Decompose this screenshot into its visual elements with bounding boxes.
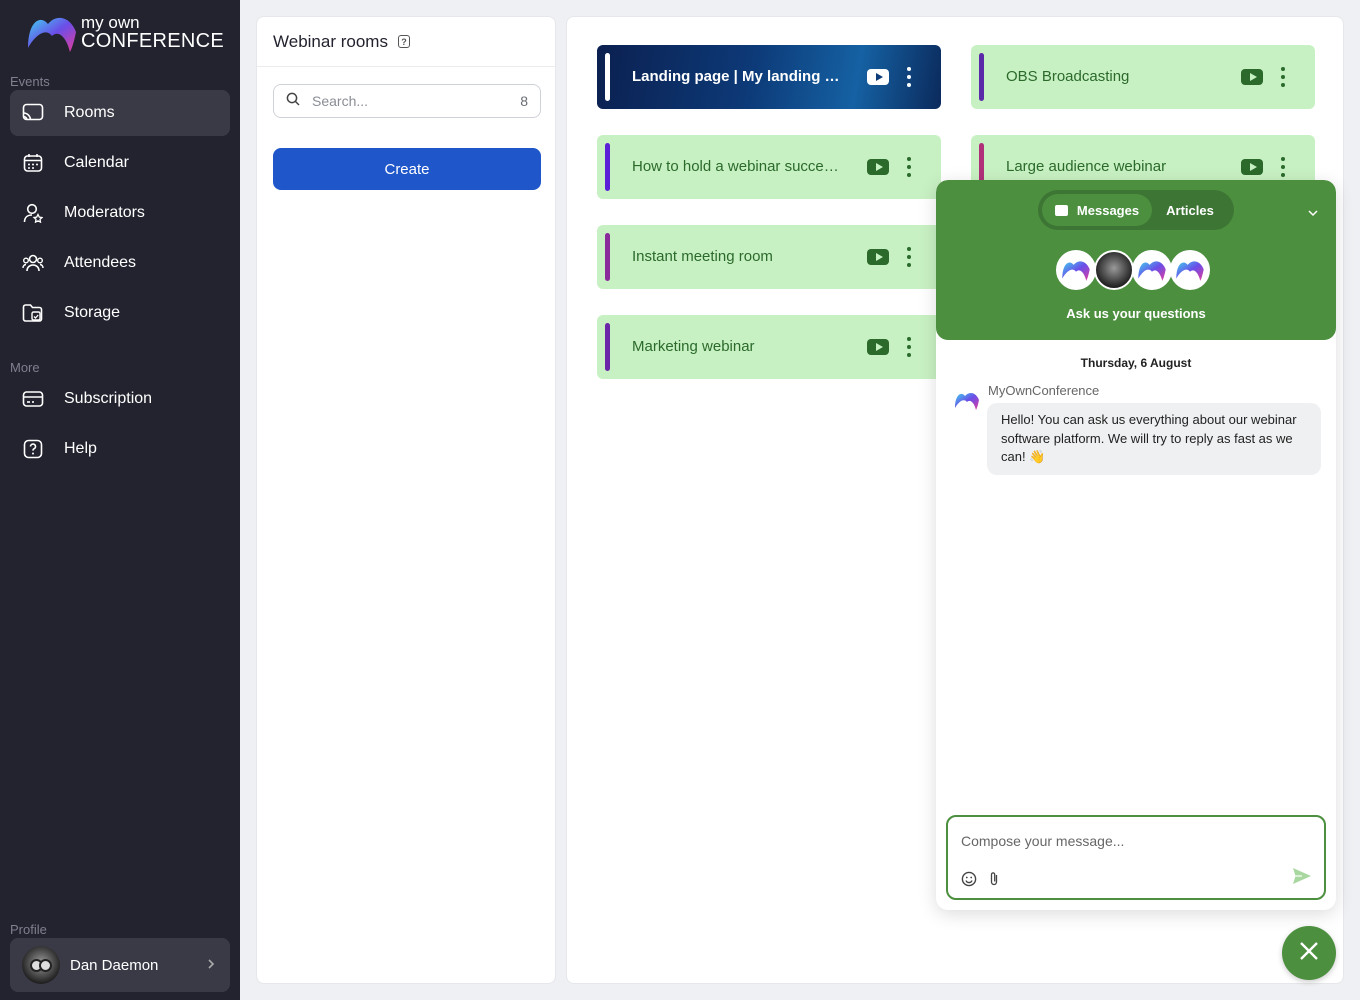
cast-icon xyxy=(22,102,44,124)
sender-logo-icon xyxy=(954,390,980,416)
sidebar-item-label: Attendees xyxy=(64,254,137,271)
help-icon xyxy=(22,438,44,460)
tab-articles[interactable]: Articles xyxy=(1152,194,1228,226)
attachment-icon[interactable] xyxy=(988,871,1000,892)
search-input[interactable]: Search... 8 xyxy=(273,84,541,118)
chat-widget: Messages Articles Ask us your questions … xyxy=(936,180,1336,910)
room-count: 8 xyxy=(520,93,528,109)
room-color-bar xyxy=(605,143,610,191)
room-color-bar xyxy=(605,233,610,281)
youtube-icon[interactable] xyxy=(1241,69,1263,85)
send-icon[interactable] xyxy=(1292,867,1312,890)
more-vertical-icon[interactable] xyxy=(1277,67,1289,87)
room-title: Instant meeting room xyxy=(632,248,773,265)
room-color-bar xyxy=(979,53,984,101)
youtube-icon[interactable] xyxy=(867,159,889,175)
more-section-label: More xyxy=(10,360,40,375)
more-vertical-icon[interactable] xyxy=(903,157,915,177)
profile-name: Dan Daemon xyxy=(70,956,159,974)
room-card-obs-broadcasting[interactable]: OBS Broadcasting xyxy=(971,45,1315,109)
sidebar-item-subscription[interactable]: Subscription xyxy=(10,376,230,422)
sidebar-item-label: Storage xyxy=(64,304,121,321)
room-title: Landing page | My landing page xyxy=(632,68,846,85)
create-button[interactable]: Create xyxy=(273,148,541,190)
room-title: Marketing webinar xyxy=(632,338,755,355)
youtube-icon[interactable] xyxy=(867,69,889,85)
sidebar: my own CONFERENCE Events Rooms Calendar … xyxy=(0,0,240,1000)
close-icon xyxy=(1299,941,1319,966)
sidebar-item-attendees[interactable]: Attendees xyxy=(10,240,230,286)
chat-date: Thursday, 6 August xyxy=(1080,356,1192,370)
support-avatar-logo xyxy=(1056,250,1096,290)
room-color-bar xyxy=(605,53,610,101)
message-bubble-icon xyxy=(1054,204,1068,216)
search-icon xyxy=(286,92,302,111)
youtube-icon[interactable] xyxy=(867,339,889,355)
compose-placeholder: Compose your message... xyxy=(961,833,1125,849)
tab-label: Messages xyxy=(1076,202,1140,218)
chevron-down-icon[interactable] xyxy=(1308,204,1318,217)
sidebar-item-storage[interactable]: Storage xyxy=(10,290,230,336)
sidebar-item-label: Moderators xyxy=(64,204,145,221)
avatar xyxy=(22,946,60,984)
youtube-icon[interactable] xyxy=(1241,159,1263,175)
sidebar-item-label: Rooms xyxy=(64,104,115,121)
brand-logo[interactable]: my own CONFERENCE xyxy=(26,10,226,56)
events-section-label: Events xyxy=(10,74,50,89)
close-chat-button[interactable] xyxy=(1282,926,1336,980)
moderator-icon xyxy=(22,202,44,224)
chat-header: Messages Articles Ask us your questions xyxy=(936,180,1336,340)
more-vertical-icon[interactable] xyxy=(903,67,915,87)
support-avatars xyxy=(1056,250,1210,290)
support-avatar-logo xyxy=(1132,250,1172,290)
compose-field[interactable]: Compose your message... xyxy=(946,815,1326,900)
tab-label: Articles xyxy=(1166,202,1214,218)
chevron-right-icon xyxy=(206,957,230,973)
rooms-header: Webinar rooms ? xyxy=(257,17,555,67)
more-vertical-icon[interactable] xyxy=(1277,157,1289,177)
emoji-icon[interactable] xyxy=(961,871,977,892)
brand-line-1: my own xyxy=(81,13,140,32)
sidebar-item-label: Calendar xyxy=(64,154,129,171)
profile-section-label: Profile xyxy=(10,922,47,937)
more-vertical-icon[interactable] xyxy=(903,247,915,267)
room-card-instant-meeting[interactable]: Instant meeting room xyxy=(597,225,941,289)
profile-button[interactable]: Dan Daemon xyxy=(10,938,230,992)
support-avatar-logo xyxy=(1170,250,1210,290)
room-card-marketing-webinar[interactable]: Marketing webinar xyxy=(597,315,941,379)
search-placeholder: Search... xyxy=(312,93,369,109)
chat-tabs: Messages Articles xyxy=(1038,190,1234,230)
message-sender: MyOwnConference xyxy=(988,383,1100,398)
brand-line-2: CONFERENCE xyxy=(81,30,225,52)
logo-icon xyxy=(28,17,76,52)
attendees-icon xyxy=(22,252,44,274)
sidebar-item-label: Subscription xyxy=(64,390,153,407)
more-vertical-icon[interactable] xyxy=(903,337,915,357)
ask-questions-text: Ask us your questions xyxy=(1066,306,1206,321)
room-title: How to hold a webinar successfully xyxy=(632,158,846,175)
sidebar-item-calendar[interactable]: Calendar xyxy=(10,140,230,186)
room-color-bar xyxy=(605,323,610,371)
room-card-landing-page[interactable]: Landing page | My landing page xyxy=(597,45,941,109)
card-icon xyxy=(22,388,44,410)
sidebar-item-rooms[interactable]: Rooms xyxy=(10,90,230,136)
storage-icon xyxy=(22,302,44,324)
question-icon[interactable]: ? xyxy=(397,35,410,48)
page-title: Webinar rooms xyxy=(273,31,388,51)
sidebar-item-help[interactable]: Help xyxy=(10,426,230,472)
sidebar-item-label: Help xyxy=(64,440,97,457)
sidebar-item-moderators[interactable]: Moderators xyxy=(10,190,230,236)
rooms-panel: Webinar rooms ? Search... 8 Create xyxy=(256,16,556,984)
youtube-icon[interactable] xyxy=(867,249,889,265)
support-avatar-photo xyxy=(1094,250,1134,290)
room-title: OBS Broadcasting xyxy=(1006,68,1130,85)
tab-messages[interactable]: Messages xyxy=(1042,194,1152,226)
calendar-icon xyxy=(22,152,44,174)
room-card-how-to-hold[interactable]: How to hold a webinar successfully xyxy=(597,135,941,199)
message-bubble: Hello! You can ask us everything about o… xyxy=(987,403,1321,475)
